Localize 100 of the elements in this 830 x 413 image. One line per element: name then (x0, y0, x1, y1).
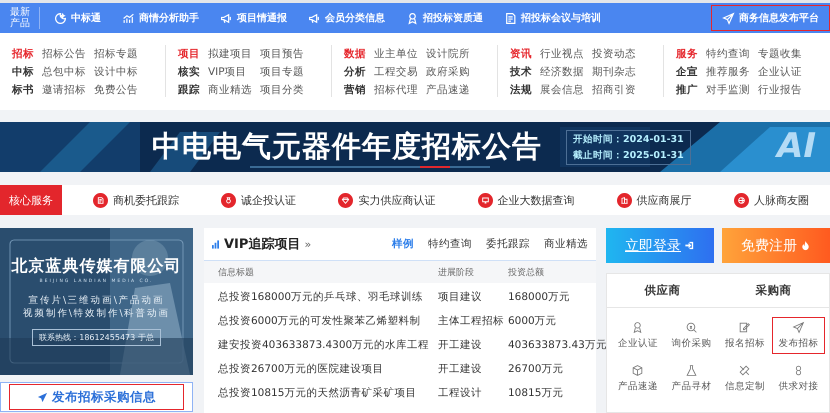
quick-link[interactable]: 供求对接 (772, 360, 825, 397)
quick-link[interactable]: 产品寻材 (664, 360, 718, 397)
search-icon (684, 321, 698, 334)
menu-link[interactable]: 专题收集 (758, 47, 810, 61)
menu-link[interactable]: 投资动态 (592, 47, 644, 61)
project-link[interactable]: 总投资168000万元的乒乓球、羽毛球训练 (218, 290, 438, 304)
project-link[interactable]: 建安投资403633873.4300万元的水库工程 (218, 338, 438, 352)
menu-link[interactable]: 招标专题 (94, 47, 146, 61)
menu-link[interactable]: 项目专题 (260, 65, 312, 79)
menu-link[interactable]: 拟建项目 (208, 47, 260, 61)
tab[interactable]: 特约查询 (428, 237, 472, 251)
moon-icon (54, 12, 67, 24)
menu-category[interactable]: 推广 (676, 83, 706, 97)
quick-link[interactable]: 询价采购 (664, 317, 718, 354)
menu-category[interactable]: 技术 (510, 65, 540, 79)
table-cell-text: 开工建设 (438, 362, 483, 376)
menu-link[interactable]: 业主单位 (374, 47, 426, 61)
menu-link[interactable]: 招标公告 (42, 47, 94, 61)
service-link[interactable]: 实力供应商认证 (338, 192, 436, 208)
start-date: 开始时间：2024-01-31 (573, 132, 684, 146)
menu-link[interactable]: 商业精选 (208, 83, 260, 97)
section-title: VIP追踪项目 (224, 236, 300, 253)
nav-link[interactable]: 招投标资质通 (400, 7, 489, 29)
menu-link[interactable]: 政府采购 (426, 65, 478, 79)
flask-icon (684, 364, 698, 377)
menu-link[interactable]: 设计中标 (94, 65, 146, 79)
quick-link[interactable]: 企业认证 (611, 317, 664, 354)
menu-category[interactable]: 营销 (344, 83, 374, 97)
table-cell-text: 开工建设 (438, 338, 483, 352)
menu-link[interactable]: 免费公告 (94, 83, 146, 97)
table-cell-text: 6000万元 (508, 314, 558, 328)
menu-category[interactable]: 资讯 (510, 47, 540, 61)
menu-link[interactable]: 推荐服务 (706, 65, 758, 79)
menu-link[interactable]: 行业报告 (758, 83, 810, 97)
nav-link[interactable]: 招投标会议与培训 (498, 7, 607, 29)
menu-category[interactable]: 数据 (344, 47, 374, 61)
menu-link[interactable]: 招商引资 (592, 83, 644, 97)
service-link[interactable]: 商机委托跟踪 (93, 192, 180, 208)
menu-category[interactable]: 标书 (12, 83, 42, 97)
column-header: 投资总额 (508, 266, 545, 278)
menu-link[interactable]: 企业认证 (758, 65, 810, 79)
quick-link[interactable]: 信息定制 (718, 360, 772, 397)
menu-category[interactable]: 中标 (12, 65, 42, 79)
menu-link[interactable]: 经济数据 (540, 65, 592, 79)
nav-link[interactable]: 项目情通报 (214, 7, 293, 29)
service-link[interactable]: 供应商展厅 (616, 192, 692, 208)
menu-category[interactable]: 跟踪 (178, 83, 208, 97)
menu-category[interactable]: 招标 (12, 47, 42, 61)
menu-category[interactable]: 项目 (178, 47, 208, 61)
publish-button[interactable]: 发布招标采购信息 (9, 384, 184, 410)
menu-category[interactable]: 服务 (676, 47, 706, 61)
nav-link[interactable]: 会员分类信息 (302, 7, 391, 29)
end-date: 截止时间：2025-01-31 (573, 148, 684, 162)
menu-link[interactable]: 对手监测 (706, 83, 758, 97)
bar-chart-icon (212, 240, 219, 248)
badge-icon (631, 321, 644, 334)
tab[interactable]: 采购商 (718, 274, 829, 307)
menu-link[interactable]: 招标代理 (374, 83, 426, 97)
chart-icon (122, 12, 135, 24)
menu-link[interactable]: 工程交易 (374, 65, 426, 79)
tab[interactable]: 供应商 (607, 274, 718, 307)
project-link[interactable]: 总投资26700万元的医院建设项目 (218, 362, 438, 376)
menu-link[interactable]: 项目预告 (260, 47, 312, 61)
service-link[interactable]: 人脉商友圈 (734, 192, 809, 208)
box-icon (631, 364, 644, 377)
menu-category[interactable]: 企宣 (676, 65, 706, 79)
menu-link[interactable]: 特约查询 (706, 47, 758, 61)
paper-plane-icon (37, 392, 48, 402)
menu-link[interactable]: 行业视点 (540, 47, 592, 61)
table-cell-text: 26700万元 (508, 362, 564, 376)
menu-link[interactable]: 展会信息 (540, 83, 592, 97)
menu-link[interactable]: VIP项目 (208, 65, 260, 79)
menu-category[interactable]: 法规 (510, 83, 540, 97)
column-header: 进展阶段 (438, 266, 475, 278)
more-link[interactable]: » (304, 238, 312, 250)
project-link[interactable]: 总投资6000万元的可发性聚苯乙烯塑料制 (218, 314, 438, 328)
nav-link[interactable]: 商务信息发布平台 (711, 5, 830, 31)
quick-link[interactable]: 报名招标 (718, 317, 772, 354)
quick-link[interactable]: 发布招标 (772, 317, 825, 354)
megaphone-icon (308, 12, 321, 24)
service-link[interactable]: 企业大数据查询 (478, 192, 575, 208)
table-cell-text: 项目建议 (438, 290, 483, 304)
menu-link[interactable]: 期刊杂志 (592, 65, 644, 79)
tab[interactable]: 样例 (392, 237, 414, 251)
tab[interactable]: 委托跟踪 (486, 237, 530, 251)
menu-category[interactable]: 分析 (344, 65, 374, 79)
menu-link[interactable]: 设计院所 (426, 47, 478, 61)
menu-link[interactable]: 产品速递 (426, 83, 478, 97)
service-link[interactable]: 诚企投认证 (221, 192, 296, 208)
menu-link[interactable]: 邀请招标 (42, 83, 94, 97)
project-link[interactable]: 总投资10815万元的天然沥青矿采矿项目 (218, 386, 438, 400)
menu-category[interactable]: 核实 (178, 65, 208, 79)
hotline-label: 联系热线：18612455473 于总 (32, 329, 161, 346)
nav-link[interactable]: 中标通 (48, 7, 107, 29)
quick-link[interactable]: 产品速递 (611, 360, 664, 397)
tab[interactable]: 商业精选 (544, 237, 588, 251)
menu-link[interactable]: 总包中标 (42, 65, 94, 79)
menu-link[interactable]: 项目分类 (260, 83, 312, 97)
nav-link[interactable]: 商情分析助手 (116, 7, 205, 29)
flame-icon (800, 240, 811, 251)
